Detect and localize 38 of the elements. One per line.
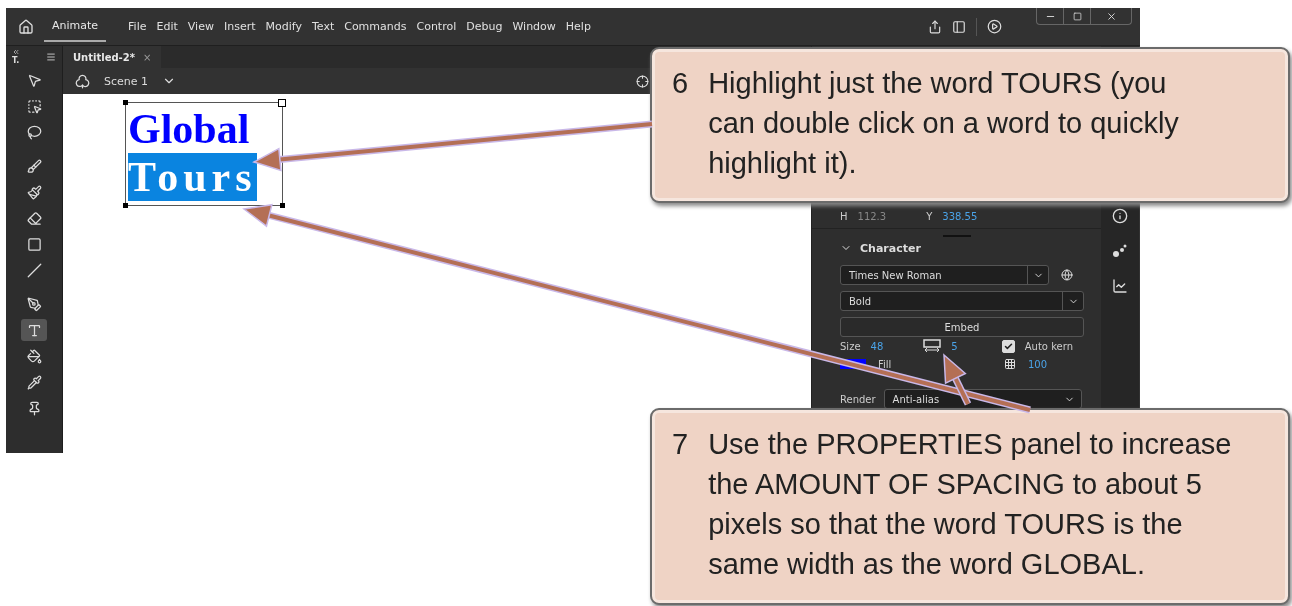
panel-label: T. (12, 56, 20, 65)
menu-item[interactable]: Debug (466, 20, 503, 33)
style-dropdown[interactable]: Bold (840, 291, 1084, 311)
embed-button[interactable]: Embed (840, 317, 1084, 337)
h-value[interactable]: 112.3 (857, 210, 887, 222)
tracking-value[interactable]: 5 (951, 340, 958, 352)
menu-item[interactable]: Text (311, 20, 335, 33)
h-label: H (840, 210, 848, 222)
menu-item[interactable]: Edit (156, 20, 178, 33)
size-value[interactable]: 48 (870, 340, 884, 352)
menu-item[interactable]: File (128, 20, 147, 33)
section-title: Character (860, 241, 921, 255)
close-tab-icon[interactable]: × (142, 51, 152, 63)
menu-item[interactable]: Control (416, 20, 457, 33)
document-tab[interactable]: Untitled-2* × (63, 46, 162, 68)
y-label: Y (926, 210, 933, 222)
auto-kern-label: Auto kern (1024, 340, 1073, 352)
menu-item[interactable]: Modify (265, 20, 302, 33)
text-box[interactable]: Global Tours (125, 102, 283, 206)
scene-label[interactable]: Scene 1 (104, 74, 149, 88)
callout-text: Highlight just the word TOURS (you can double click on a word to quickly highlight it). (708, 66, 1180, 181)
fill-label: Fill (878, 358, 892, 370)
alpha-value[interactable]: 100 (1027, 358, 1047, 370)
render-label: Render (840, 393, 876, 405)
font-dropdown[interactable]: Times New Roman (840, 265, 1050, 285)
step-number: 6 (672, 66, 689, 101)
menu-item[interactable]: Commands (344, 20, 407, 33)
workspace-tab[interactable]: Animate (44, 11, 107, 42)
y-value[interactable]: 338.55 (942, 210, 978, 222)
menu-item[interactable]: View (187, 20, 214, 33)
menu-item[interactable]: Window (512, 20, 556, 33)
callout-text: Use the PROPERTIES panel to increase the AMOUNT OF SPACING to about 5 pixels so that the word TOURS is the same width as the word GLOBAL. (708, 427, 1233, 582)
stage-text: Global (128, 105, 250, 153)
menu-item[interactable]: Insert (223, 20, 256, 33)
step-number: 7 (672, 427, 689, 462)
size-label: Size (840, 340, 861, 352)
stage-text: Tours (128, 153, 257, 201)
menu-item[interactable]: Help (565, 20, 591, 33)
